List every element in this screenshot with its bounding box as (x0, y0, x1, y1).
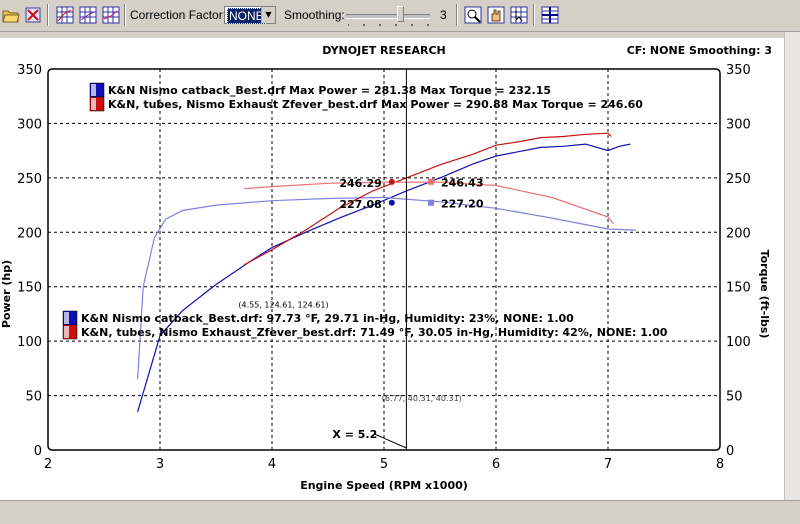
y-tick-label-right: 100 (726, 335, 751, 350)
y-tick-label-right: 150 (726, 281, 751, 296)
y-tick-label-left: 0 (34, 444, 42, 459)
clear-runs-icon[interactable] (24, 6, 42, 24)
legend-bottom-text: K&N, tubes, Nismo Exhaust_Zfever_best.dr… (81, 326, 668, 339)
cf-smoothing-status: CF: NONE Smoothing: 3 (627, 44, 772, 57)
smoothing-label: Smoothing: (284, 8, 345, 22)
y-tick-label-right: 0 (726, 444, 734, 459)
status-bar (0, 500, 800, 524)
x-tick-label: 4 (268, 457, 276, 472)
chevron-down-icon[interactable]: ▼ (261, 7, 275, 23)
data-marker (388, 178, 395, 185)
y-tick-label-left: 100 (17, 335, 42, 350)
data-marker (428, 199, 435, 206)
correction-factor-label: Correction Factor: (130, 8, 227, 22)
x-tick-label: 2 (44, 457, 52, 472)
legend-top-swatch-highlight (91, 98, 96, 110)
pan-icon[interactable] (487, 6, 505, 24)
x-axis-label: Engine Speed (RPM x1000) (300, 479, 468, 492)
legend-bottom-text: K&N Nismo catback_Best.drf: 97.73 °F, 29… (81, 312, 574, 325)
cursor-icon[interactable] (510, 6, 528, 24)
plot-frame (47, 68, 721, 451)
right-axis-label: Torque (ft-lbs) (758, 250, 771, 339)
crosshair-label: (6.77, 40.31, 40.31) (382, 394, 462, 403)
toolbar: Correction Factor: NONE ▼ Smoothing: 3 (0, 0, 800, 32)
y-tick-label-left: 150 (17, 281, 42, 296)
y-tick-label-left: 250 (17, 172, 42, 187)
y-tick-label-right: 250 (726, 172, 751, 187)
y-tick-label-left: 350 (17, 63, 42, 78)
y-tick-label-left: 200 (17, 226, 42, 241)
grid-icon-2[interactable] (79, 6, 97, 24)
x-tick-label: 7 (604, 457, 612, 472)
legend-bottom-swatch-highlight (64, 312, 69, 324)
left-axis-label: Power (hp) (0, 260, 13, 328)
correction-factor-value: NONE (227, 8, 266, 24)
y-tick-label-right: 50 (726, 390, 743, 405)
grid-icon-1[interactable] (56, 6, 74, 24)
vertical-scrollbar[interactable] (784, 32, 800, 500)
x-tick-label: 5 (380, 457, 388, 472)
data-marker-label: 246.43 (441, 177, 483, 190)
y-tick-label-right: 200 (726, 226, 751, 241)
data-marker (388, 199, 395, 206)
legend-top-text: K&N Nismo catback_Best.drf Max Power = 2… (108, 84, 551, 97)
chart-title: DYNOJET RESEARCH (322, 44, 445, 57)
cursor-label: X = 5.2 (332, 428, 377, 441)
x-tick-label: 3 (156, 457, 164, 472)
legend-top-text: K&N, tubes, Nismo Exhaust Zfever_best.dr… (108, 98, 643, 111)
smoothing-slider-thumb[interactable] (397, 6, 404, 22)
smoothing-slider[interactable] (344, 4, 434, 26)
grid-icon-3[interactable] (102, 6, 120, 24)
crosshair-label: (4.55, 124.61, 124.61) (238, 300, 328, 309)
legend-top-swatch-highlight (91, 84, 96, 96)
zoom-icon[interactable] (464, 6, 482, 24)
data-marker (428, 178, 435, 185)
y-tick-label-left: 50 (25, 390, 42, 405)
data-marker-label: 227.08 (339, 198, 381, 211)
correction-factor-select[interactable]: NONE ▼ (224, 6, 276, 24)
crosshair-icon[interactable] (541, 6, 559, 24)
y-tick-label-right: 350 (726, 63, 751, 78)
open-folder-icon[interactable] (2, 6, 20, 24)
x-tick-label: 6 (492, 457, 500, 472)
data-marker-label: 227.20 (441, 198, 484, 211)
legend-bottom-swatch-highlight (64, 326, 69, 338)
smoothing-value: 3 (440, 8, 447, 22)
y-tick-label-left: 300 (17, 117, 42, 132)
y-tick-label-right: 300 (726, 117, 751, 132)
x-tick-label: 8 (716, 457, 724, 472)
dyno-chart[interactable]: DYNOJET RESEARCH CF: NONE Smoothing: 3 0… (0, 38, 784, 500)
dyno-chart-area: DYNOJET RESEARCH CF: NONE Smoothing: 3 0… (0, 38, 784, 500)
data-marker-label: 246.29 (339, 177, 381, 190)
